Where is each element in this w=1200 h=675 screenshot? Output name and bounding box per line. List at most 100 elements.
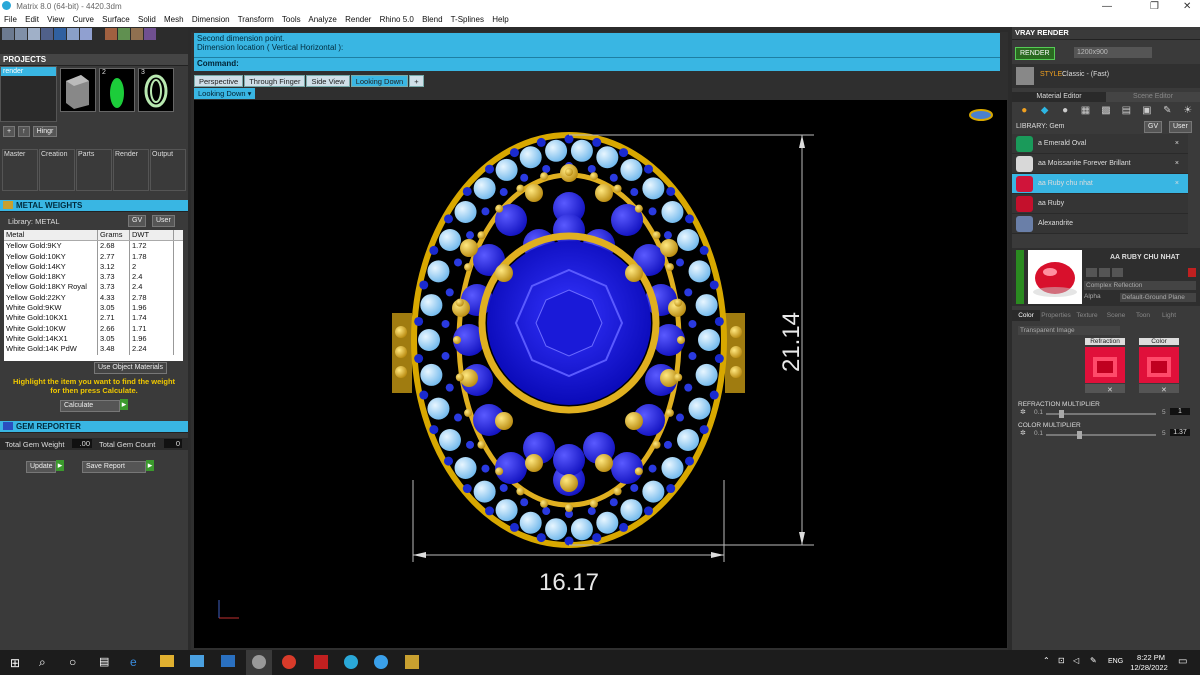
add-icon[interactable]: ▣ bbox=[1141, 104, 1153, 118]
tab-creation[interactable]: Creation bbox=[39, 149, 75, 191]
remove-material-icon[interactable]: × bbox=[1175, 154, 1179, 174]
table-row[interactable]: Yellow Gold:14KY 3.12 2 bbox=[4, 261, 183, 273]
table-row[interactable]: White Gold:14K PdW 3.48 2.24 bbox=[4, 344, 183, 355]
menu-rhino[interactable]: Rhino 5.0 bbox=[380, 15, 414, 24]
tab-scene-editor[interactable]: Scene Editor bbox=[1106, 92, 1200, 102]
grid-tool-icon[interactable] bbox=[2, 28, 14, 40]
resolution-field[interactable]: 1200x900 bbox=[1074, 47, 1152, 58]
project-item-render[interactable]: render bbox=[1, 67, 56, 76]
table-row[interactable]: Yellow Gold:22KY 4.33 2.78 bbox=[4, 292, 183, 304]
file-explorer-icon[interactable] bbox=[160, 655, 174, 667]
menu-dimension[interactable]: Dimension bbox=[192, 15, 230, 24]
edge-icon[interactable]: e bbox=[130, 655, 137, 669]
color-swatch[interactable] bbox=[1139, 347, 1179, 383]
zalo-icon[interactable] bbox=[374, 655, 388, 669]
volume-icon[interactable]: ◁ bbox=[1073, 656, 1079, 665]
color-value[interactable]: 1.37 bbox=[1170, 429, 1190, 436]
metal-material-icon[interactable]: ● bbox=[1059, 104, 1071, 118]
color-slider-thumb[interactable] bbox=[1076, 431, 1082, 439]
search-icon[interactable]: ⌕ bbox=[39, 655, 46, 670]
app-icon-gold[interactable] bbox=[405, 655, 419, 669]
droplet-icon[interactable]: ● bbox=[1018, 104, 1030, 118]
table-row[interactable]: Yellow Gold:9KY 2.68 1.72 bbox=[4, 241, 183, 252]
tab-through-finger[interactable]: Through Finger bbox=[244, 75, 306, 87]
refraction-clear-icon[interactable]: ✕ bbox=[1107, 387, 1113, 394]
metal-tool-icon[interactable] bbox=[131, 28, 143, 40]
viewport-looking-down[interactable]: 16.17 21.14 bbox=[194, 100, 1007, 648]
list-item[interactable]: aa Ruby chu nhat × bbox=[1012, 174, 1188, 194]
render-tool-icon[interactable] bbox=[105, 28, 117, 40]
maximize-button[interactable]: ❐ bbox=[1150, 0, 1159, 13]
matrix-app-icon[interactable] bbox=[246, 650, 272, 675]
add-project-button[interactable]: + bbox=[3, 126, 16, 137]
menu-render[interactable]: Render bbox=[345, 15, 371, 24]
sphere-tool-icon[interactable] bbox=[28, 28, 40, 40]
tab-output[interactable]: Output bbox=[150, 149, 186, 191]
texture-icon[interactable]: ▦ bbox=[1079, 104, 1091, 118]
widgets-icon[interactable]: ▤ bbox=[99, 655, 109, 668]
project-thumb-1[interactable] bbox=[60, 68, 96, 112]
save-report-go-icon[interactable]: ▸ bbox=[146, 460, 154, 471]
store-icon[interactable] bbox=[190, 655, 204, 667]
update-button[interactable]: Update bbox=[26, 461, 56, 473]
save-report-button[interactable]: Save Report bbox=[82, 461, 146, 473]
edit-icon[interactable]: ✎ bbox=[1161, 104, 1173, 118]
refraction-value[interactable]: 1 bbox=[1170, 408, 1190, 415]
render-button[interactable]: RENDER bbox=[1015, 47, 1055, 60]
update-go-icon[interactable]: ▸ bbox=[56, 460, 64, 471]
table-row[interactable]: White Gold:14KX1 3.05 1.96 bbox=[4, 333, 183, 345]
tab-toon[interactable]: Toon bbox=[1130, 310, 1156, 321]
preview-tool-1-icon[interactable] bbox=[1086, 268, 1097, 277]
close-button[interactable]: ✕ bbox=[1183, 0, 1191, 13]
menu-blend[interactable]: Blend bbox=[422, 15, 442, 24]
project-thumb-3[interactable]: 3 bbox=[138, 68, 174, 112]
tab-scene[interactable]: Scene bbox=[1102, 310, 1130, 321]
gem-material-icon[interactable]: ◆ bbox=[1038, 104, 1050, 118]
notifications-icon[interactable]: ▭ bbox=[1178, 656, 1187, 667]
ground-plane-select[interactable]: Default-Ground Plane bbox=[1120, 293, 1196, 302]
calculate-go-icon[interactable]: ▸ bbox=[120, 399, 128, 410]
chrome-icon[interactable] bbox=[282, 655, 296, 669]
calculate-button[interactable]: Calculate bbox=[60, 400, 120, 412]
view-tool-icon[interactable] bbox=[15, 28, 27, 40]
tab-master[interactable]: Master bbox=[2, 149, 38, 191]
pen-icon[interactable]: ✎ bbox=[1090, 656, 1097, 665]
language-indicator[interactable]: ENG bbox=[1108, 658, 1123, 665]
command-input[interactable]: Command: bbox=[194, 57, 1000, 69]
metal-user-button[interactable]: User bbox=[152, 215, 175, 227]
tab-light[interactable]: Light bbox=[1156, 310, 1182, 321]
table-row[interactable]: Yellow Gold:18KY 3.73 2.4 bbox=[4, 272, 183, 283]
refraction-slider-thumb[interactable] bbox=[1059, 410, 1065, 418]
table-row[interactable]: White Gold:10KW 2.66 1.71 bbox=[4, 323, 183, 334]
light-bulb-icon[interactable]: ☀ bbox=[1182, 104, 1194, 118]
task-view-icon[interactable]: ○ bbox=[69, 655, 76, 669]
upload-project-button[interactable]: ↑ bbox=[18, 126, 30, 137]
gem-tool-icon[interactable] bbox=[118, 28, 130, 40]
preview-tool-2-icon[interactable] bbox=[1099, 268, 1110, 277]
clock-date[interactable]: 12/28/2022 bbox=[1127, 663, 1171, 672]
menu-analyze[interactable]: Analyze bbox=[308, 15, 336, 24]
project-thumb-2[interactable]: 2 bbox=[99, 68, 135, 112]
refraction-swatch[interactable] bbox=[1085, 347, 1125, 383]
reflection-select[interactable]: Complex Reflection bbox=[1084, 281, 1196, 290]
windows-start-icon[interactable]: ⊞ bbox=[10, 656, 20, 670]
remove-material-icon[interactable]: × bbox=[1175, 134, 1179, 154]
menu-mesh[interactable]: Mesh bbox=[164, 15, 184, 24]
table-row[interactable]: White Gold:10KX1 2.71 1.74 bbox=[4, 313, 183, 324]
tab-texture[interactable]: Texture bbox=[1072, 310, 1102, 321]
menu-curve[interactable]: Curve bbox=[73, 15, 94, 24]
menu-edit[interactable]: Edit bbox=[25, 15, 39, 24]
shading-tool-icon[interactable] bbox=[144, 28, 156, 40]
app-icon-red[interactable] bbox=[314, 655, 328, 669]
tray-network-icon[interactable]: ⊡ bbox=[1058, 656, 1065, 665]
cube-tool-icon[interactable] bbox=[54, 28, 66, 40]
menu-tsplines[interactable]: T-Splines bbox=[451, 15, 484, 24]
preview-tool-3-icon[interactable] bbox=[1112, 268, 1123, 277]
project-list[interactable]: render bbox=[0, 66, 57, 122]
list-item[interactable]: a Emerald Oval × bbox=[1012, 134, 1188, 154]
hingr-button[interactable]: Hingr bbox=[32, 126, 58, 137]
gem-user-button[interactable]: User bbox=[1169, 121, 1192, 133]
clock-time[interactable]: 8:22 PM bbox=[1133, 653, 1169, 662]
menu-surface[interactable]: Surface bbox=[102, 15, 130, 24]
tab-parts[interactable]: Parts bbox=[76, 149, 112, 191]
